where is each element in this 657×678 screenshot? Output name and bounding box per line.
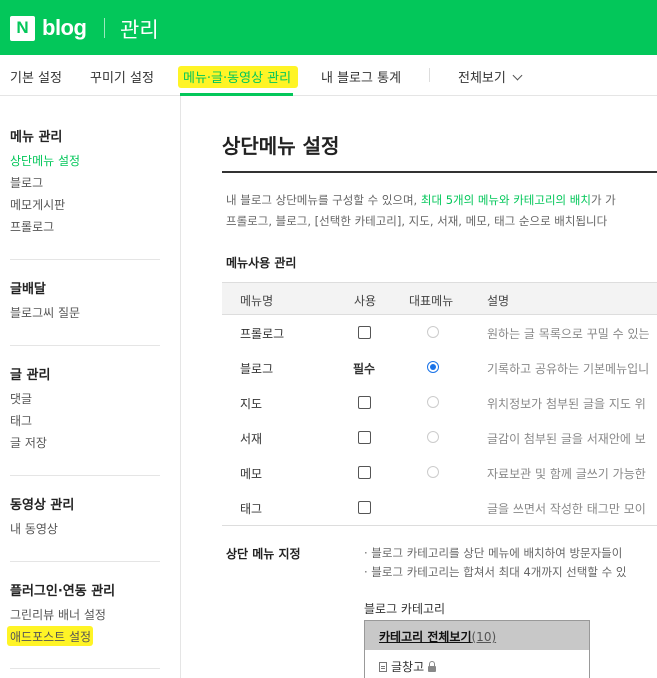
menu-name: 블로그	[240, 362, 274, 376]
sidebar-divider	[10, 668, 160, 669]
col-description: 설명	[487, 294, 510, 308]
desc-text: 가 가	[590, 193, 616, 207]
sidebar-section-video-manage: 동영상 관리	[10, 498, 75, 513]
main-content: 상단메뉴 설정 내 블로그 상단메뉴를 구성할 수 있으며, 최대 5개의 메뉴…	[182, 96, 657, 678]
use-checkbox-map[interactable]	[358, 396, 371, 409]
menu-name: 메모	[240, 467, 263, 481]
table-row: 블로그 필수 기록하고 공유하는 기본메뉴입니	[222, 350, 657, 385]
sidebar-section-post-manage: 글 관리	[10, 368, 51, 383]
sidebar-item-my-videos[interactable]: 내 동영상	[10, 520, 58, 537]
sidebar-item-memo-board[interactable]: 메모게시판	[10, 196, 65, 213]
page-title: 상단메뉴 설정	[222, 134, 340, 158]
top-header: N blog 관리	[0, 0, 657, 55]
sidebar-divider	[10, 259, 160, 260]
rep-radio-prologue[interactable]	[427, 326, 439, 338]
desc-text: 내 블로그 상단메뉴를 구성할 수 있으며,	[226, 193, 421, 207]
sidebar-section-menu: 메뉴 관리	[10, 130, 63, 145]
sidebar-item-tags[interactable]: 태그	[10, 412, 32, 429]
col-use: 사용	[354, 294, 377, 308]
tab-view-all[interactable]: 전체보기	[458, 67, 523, 86]
category-view-all[interactable]: 카테고리 전체보기(10)	[365, 621, 589, 650]
use-checkbox-library[interactable]	[358, 431, 371, 444]
rep-radio-map[interactable]	[427, 396, 439, 408]
category-list: 카테고리 전체보기(10) 글창고	[364, 620, 590, 678]
menu-description: 자료보관 및 함께 글쓰기 가능한	[487, 467, 646, 481]
category-item-label: 글창고	[391, 660, 425, 674]
menu-description: 글감이 첨부된 글을 서재안에 보	[487, 432, 646, 446]
tab-view-all-label: 전체보기	[458, 71, 506, 86]
top-menu-spec-title: 상단 메뉴 지정	[226, 547, 301, 561]
table-row: 메모 자료보관 및 함께 글쓰기 가능한	[222, 455, 657, 490]
tab-basic-settings[interactable]: 기본 설정	[10, 67, 62, 86]
menu-name: 프롤로그	[240, 327, 285, 341]
menu-name: 지도	[240, 397, 263, 411]
spec-note-2: · 블로그 카테고리는 합쳐서 최대 4개까지 선택할 수 있	[364, 565, 627, 579]
use-checkbox-tag[interactable]	[358, 501, 371, 514]
rep-radio-library[interactable]	[427, 431, 439, 443]
spec-note-1: · 블로그 카테고리를 상단 메뉴에 배치하여 방문자들이	[364, 546, 623, 560]
desc-highlight: 최대 5개의 메뉴와 카테고리의 배치	[420, 193, 591, 207]
required-label: 필수	[353, 362, 376, 376]
table-header: 메뉴명 사용 대표메뉴 설명	[222, 282, 657, 315]
lock-icon	[428, 660, 437, 672]
category-item[interactable]: 글창고	[379, 658, 437, 675]
title-underline	[222, 171, 657, 173]
sidebar-item-post-save[interactable]: 글 저장	[10, 434, 47, 451]
menu-use-manage-title: 메뉴사용 관리	[226, 256, 297, 270]
document-icon	[379, 661, 387, 672]
sidebar-item-adpost-settings[interactable]: 애드포스트 설정	[10, 628, 91, 645]
sidebar-item-green-review-banner[interactable]: 그린리뷰 배너 설정	[10, 606, 106, 623]
header-divider	[104, 18, 105, 38]
sidebar-divider	[10, 561, 160, 562]
sidebar-section-post-delivery: 글배달	[10, 282, 46, 297]
rep-radio-memo[interactable]	[427, 466, 439, 478]
naver-n-icon: N	[10, 15, 35, 41]
menu-name: 태그	[240, 502, 263, 516]
sidebar-item-blog[interactable]: 블로그	[10, 174, 43, 191]
tab-menu-post-video-manage[interactable]: 메뉴·글·동영상 관리	[183, 67, 291, 86]
description-line-2: 프롤로그, 블로그, [선택한 카테고리], 지도, 서재, 메모, 태그 순으…	[226, 214, 608, 228]
menu-description: 글을 쓰면서 작성한 태그만 모이	[487, 502, 646, 516]
menu-description: 위치정보가 첨부된 글을 지도 위	[487, 397, 646, 411]
menu-description: 원하는 글 목록으로 꾸밀 수 있는	[487, 327, 650, 341]
sidebar-section-plugins: 플러그인·연동 관리	[10, 584, 116, 599]
table-row: 지도 위치정보가 첨부된 글을 지도 위	[222, 385, 657, 420]
rep-radio-blog[interactable]	[427, 361, 439, 373]
table-bottom-border	[222, 525, 657, 526]
blog-category-label: 블로그 카테고리	[364, 602, 446, 616]
tab-design-settings[interactable]: 꾸미기 설정	[90, 67, 154, 86]
tab-divider	[429, 68, 430, 82]
description-line-1: 내 블로그 상단메뉴를 구성할 수 있으며, 최대 5개의 메뉴와 카테고리의 …	[226, 192, 616, 208]
category-all-label: 카테고리 전체보기	[379, 630, 472, 644]
blog-wordmark: blog	[42, 15, 87, 40]
chevron-down-icon	[512, 70, 523, 81]
sidebar-item-top-menu-settings[interactable]: 상단메뉴 설정	[10, 152, 80, 169]
page-header-title[interactable]: 관리	[120, 14, 159, 44]
table-row: 태그 글을 쓰면서 작성한 태그만 모이	[222, 490, 657, 525]
sidebar-item-prologue[interactable]: 프롤로그	[10, 218, 54, 235]
sidebar-divider	[10, 345, 160, 346]
col-menu-name: 메뉴명	[240, 294, 274, 308]
use-checkbox-prologue[interactable]	[358, 326, 371, 339]
sidebar: 메뉴 관리 상단메뉴 설정 블로그 메모게시판 프롤로그 글배달 블로그씨 질문…	[0, 96, 181, 678]
naver-blog-logo[interactable]: N blog	[10, 15, 87, 41]
sidebar-divider	[10, 475, 160, 476]
category-all-count: (10)	[471, 630, 497, 644]
table-row: 서재 글감이 첨부된 글을 서재안에 보	[222, 420, 657, 455]
col-representative: 대표메뉴	[409, 294, 454, 308]
menu-description: 기록하고 공유하는 기본메뉴입니	[487, 362, 650, 376]
menu-name: 서재	[240, 432, 263, 446]
tab-blog-stats[interactable]: 내 블로그 통계	[321, 67, 401, 86]
use-checkbox-memo[interactable]	[358, 466, 371, 479]
sidebar-item-blogssi-question[interactable]: 블로그씨 질문	[10, 304, 80, 321]
table-row: 프롤로그 원하는 글 목록으로 꾸밀 수 있는	[222, 315, 657, 350]
sidebar-item-comments[interactable]: 댓글	[10, 390, 32, 407]
